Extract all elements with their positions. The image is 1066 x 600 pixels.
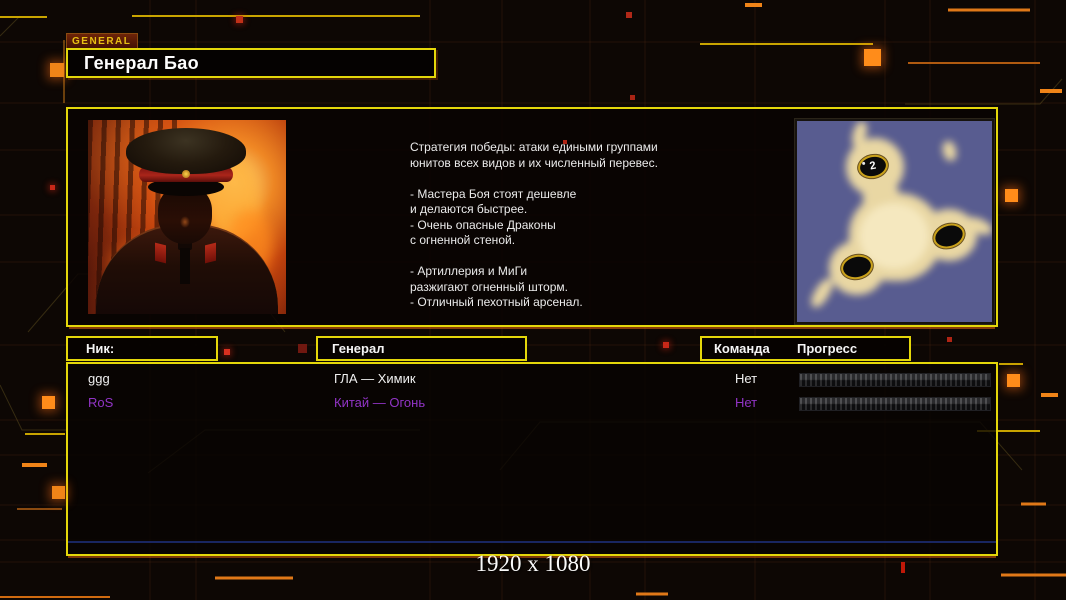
- player-progress-bar: [799, 373, 991, 387]
- collar-tab: [205, 242, 216, 264]
- column-label-general: Генерал: [332, 341, 385, 356]
- player-rows: ggg ГЛА — Химик Нет RoS Китай — Огонь Нет: [68, 367, 996, 415]
- column-label-nick: Ник:: [86, 341, 115, 356]
- briefing-panel: Стратегия победы: атаки едиными группами…: [66, 107, 998, 327]
- column-header-team-progress: Команда Прогресс: [700, 336, 911, 361]
- player-general: Китай — Огонь: [334, 395, 426, 410]
- cap-crown: [126, 128, 246, 174]
- player-nick: RoS: [88, 395, 114, 410]
- collar-tab: [155, 242, 166, 264]
- column-label-progress: Прогресс: [797, 341, 858, 356]
- player-row: ggg ГЛА — Химик Нет: [68, 367, 996, 391]
- general-tab-label: GENERAL: [72, 36, 132, 47]
- cap-emblem: [182, 170, 190, 178]
- decor-blue-line: [68, 541, 996, 543]
- start-position-player-count: 2: [868, 159, 878, 173]
- player-general: ГЛА — Химик: [334, 371, 416, 386]
- tie: [180, 248, 190, 284]
- column-label-team: Команда: [714, 341, 770, 356]
- decor-square: [224, 349, 230, 355]
- decor-square: [663, 342, 669, 348]
- column-header-nick: Ник:: [66, 336, 218, 361]
- general-bao-portrait: [88, 120, 286, 314]
- decor-square: [864, 49, 881, 66]
- decor-square: [626, 12, 632, 18]
- decor-square: [298, 344, 307, 353]
- decor-square: [563, 140, 567, 144]
- general-tab: GENERAL: [66, 33, 139, 49]
- general-title: Генерал Бао: [84, 53, 199, 73]
- decor-square: [630, 95, 635, 100]
- player-list-panel: ggg ГЛА — Химик Нет RoS Китай — Огонь Нет: [66, 362, 998, 556]
- player-progress-bar: [799, 397, 991, 411]
- decor-square: [947, 337, 952, 342]
- resolution-label: 1920 x 1080: [475, 551, 591, 576]
- player-team: Нет: [735, 371, 758, 386]
- decor-square: [52, 486, 65, 499]
- game-lobby-screen: GENERAL Генерал Бао Стратегия победы: ат…: [0, 0, 1066, 600]
- decor-square: [50, 185, 55, 190]
- general-title-box: Генерал Бао: [66, 48, 436, 78]
- decor-square: [1007, 374, 1020, 387]
- map-preview: 2: [795, 119, 994, 324]
- decor-square: [50, 63, 64, 77]
- decor-square: [1005, 189, 1018, 202]
- strategy-text: Стратегия победы: атаки едиными группами…: [410, 140, 658, 309]
- player-row: RoS Китай — Огонь Нет: [68, 391, 996, 415]
- player-team: Нет: [735, 395, 758, 410]
- column-header-general: Генерал: [316, 336, 527, 361]
- map-landmass: [797, 121, 992, 322]
- decor-square: [42, 396, 55, 409]
- decor-square: [236, 16, 243, 23]
- player-nick: ggg: [88, 371, 110, 386]
